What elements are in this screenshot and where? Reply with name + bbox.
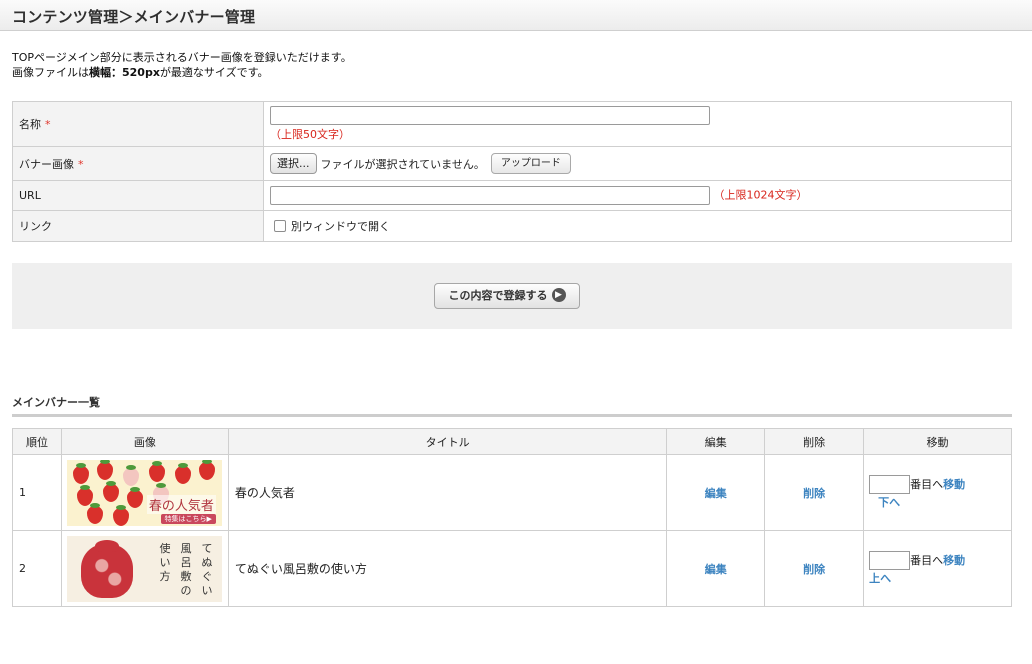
image-cell: 春の人気者 特集はこちら▶ bbox=[60, 454, 229, 531]
name-limit-note: （上限50文字） bbox=[270, 128, 350, 141]
edit-cell: 編集 bbox=[666, 454, 766, 531]
title-cell: てぬぐい風呂敷の使い方 bbox=[227, 530, 668, 607]
submit-area: この内容で登録する ▶ bbox=[12, 263, 1012, 329]
required-mark: * bbox=[78, 157, 84, 171]
strawberry-icon bbox=[148, 460, 165, 482]
form-row-banner: バナー画像 * 選択... ファイルが選択されていません。 アップロード bbox=[12, 146, 1012, 181]
name-label-cell: 名称 * bbox=[12, 101, 264, 147]
table-row: 2 て ぬ ぐ い 風 呂 敷 の 使 い 方 てぬぐい風呂敷の使い方 編集 削… bbox=[12, 530, 1012, 607]
column-header-image: 画像 bbox=[60, 428, 229, 455]
intro-line-2-post: が最適なサイズです。 bbox=[159, 66, 269, 79]
move-cell: 番目へ移動 下へ bbox=[863, 454, 1012, 531]
banner-thumbnail-strawberry: 春の人気者 特集はこちら▶ bbox=[66, 459, 222, 526]
move-link[interactable]: 移動 bbox=[943, 478, 965, 491]
strawberry-icon bbox=[72, 462, 89, 484]
edit-link[interactable]: 編集 bbox=[705, 563, 727, 576]
banner-caption: 春の人気者 bbox=[146, 494, 216, 514]
page-header: コンテンツ管理＞メインバナー管理 bbox=[0, 0, 1032, 31]
column-header-title: タイトル bbox=[227, 428, 668, 455]
rank-cell: 1 bbox=[12, 454, 62, 531]
file-select-button[interactable]: 選択... bbox=[270, 153, 317, 174]
url-label-cell: URL bbox=[12, 180, 264, 211]
url-input[interactable] bbox=[270, 186, 710, 205]
banner-label: バナー画像 bbox=[19, 157, 74, 171]
url-limit-note: （上限1024文字） bbox=[713, 188, 808, 202]
rank-cell: 2 bbox=[12, 530, 62, 607]
list-divider bbox=[12, 414, 1012, 417]
strawberry-icon bbox=[86, 502, 103, 524]
link-label-cell: リンク bbox=[12, 210, 264, 242]
column-header-delete: 削除 bbox=[764, 428, 865, 455]
strawberry-icon bbox=[174, 462, 191, 484]
move-suffix: 番目へ bbox=[910, 477, 944, 491]
new-window-label[interactable]: 別ウィンドウで開く bbox=[291, 220, 390, 233]
link-label: リンク bbox=[19, 220, 52, 233]
name-input[interactable] bbox=[270, 106, 710, 125]
new-window-checkbox[interactable] bbox=[274, 220, 286, 232]
strawberry-icon bbox=[198, 459, 215, 480]
required-mark: * bbox=[45, 118, 51, 131]
column-header-move: 移動 bbox=[863, 428, 1012, 455]
form-row-name: 名称 * （上限50文字） bbox=[12, 101, 1012, 147]
strawberry-icon bbox=[102, 480, 119, 502]
upload-button[interactable]: アップロード bbox=[490, 153, 571, 174]
strawberry-icon bbox=[122, 464, 139, 486]
title-cell: 春の人気者 bbox=[227, 454, 668, 531]
name-label: 名称 bbox=[19, 118, 41, 131]
banner-list-table: 順位 画像 タイトル 編集 削除 移動 1 春の人気者 特集はこちら▶ 春の人気… bbox=[12, 428, 1012, 607]
name-value-cell: （上限50文字） bbox=[263, 101, 1012, 147]
move-link[interactable]: 移動 bbox=[943, 554, 965, 567]
delete-cell: 削除 bbox=[764, 454, 865, 531]
table-header-row: 順位 画像 タイトル 編集 削除 移動 bbox=[12, 428, 1012, 455]
banner-vertical-text: 使 い 方 bbox=[159, 541, 171, 583]
strawberry-icon bbox=[112, 504, 129, 526]
banner-label-cell: バナー画像 * bbox=[12, 146, 264, 181]
edit-link[interactable]: 編集 bbox=[705, 487, 727, 500]
list-title: メインバナー一覧 bbox=[12, 396, 100, 409]
delete-cell: 削除 bbox=[764, 530, 865, 607]
edit-cell: 編集 bbox=[666, 530, 766, 607]
form-row-link: リンク 別ウィンドウで開く bbox=[12, 210, 1012, 242]
intro-line-1: TOPページメイン部分に表示されるバナー画像を登録いただけます。 bbox=[12, 51, 352, 64]
page-title: コンテンツ管理＞メインバナー管理 bbox=[12, 8, 256, 26]
banner-thumbnail-tenugui: て ぬ ぐ い 風 呂 敷 の 使 い 方 bbox=[66, 535, 222, 602]
banner-value-cell: 選択... ファイルが選択されていません。 アップロード bbox=[263, 146, 1012, 181]
table-row: 1 春の人気者 特集はこちら▶ 春の人気者 編集 削除 番目へ移動 下へ bbox=[12, 454, 1012, 531]
intro-size-emphasis: 横幅：520px bbox=[89, 66, 160, 79]
strawberry-icon bbox=[126, 486, 143, 508]
banner-form: 名称 * （上限50文字） バナー画像 * 選択... ファイルが選択されていません。… bbox=[12, 101, 1012, 242]
intro-line-2-pre: 画像ファイルは bbox=[12, 66, 89, 79]
link-value-cell: 別ウィンドウで開く bbox=[263, 210, 1012, 242]
move-cell: 番目へ移動 上へ bbox=[863, 530, 1012, 607]
strawberry-icon bbox=[96, 459, 113, 480]
move-suffix: 番目へ bbox=[910, 553, 944, 567]
file-status-text: ファイルが選択されていません。 bbox=[320, 157, 485, 171]
register-button-label: この内容で登録する bbox=[448, 289, 548, 302]
column-header-edit: 編集 bbox=[666, 428, 766, 455]
column-header-rank: 順位 bbox=[12, 428, 62, 455]
delete-link[interactable]: 削除 bbox=[803, 563, 825, 576]
arrow-right-circle-icon: ▶ bbox=[551, 288, 566, 302]
url-value-cell: （上限1024文字） bbox=[263, 180, 1012, 211]
register-button[interactable]: この内容で登録する ▶ bbox=[434, 283, 580, 309]
move-down-link[interactable]: 下へ bbox=[869, 494, 1011, 511]
intro-text: TOPページメイン部分に表示されるバナー画像を登録いただけます。 画像ファイルは… bbox=[12, 50, 352, 80]
furoshiki-bundle-icon bbox=[80, 539, 133, 598]
form-row-url: URL （上限1024文字） bbox=[12, 180, 1012, 211]
move-position-input[interactable] bbox=[869, 550, 911, 570]
banner-vertical-text: て ぬ ぐ い bbox=[201, 541, 213, 597]
banner-vertical-text: 風 呂 敷 の bbox=[180, 541, 192, 597]
move-up-link[interactable]: 上へ bbox=[869, 570, 1011, 587]
url-label: URL bbox=[19, 189, 41, 202]
image-cell: て ぬ ぐ い 風 呂 敷 の 使 い 方 bbox=[60, 530, 229, 607]
delete-link[interactable]: 削除 bbox=[803, 487, 825, 500]
banner-cta: 特集はこちら▶ bbox=[160, 513, 216, 524]
intro-line-2: 画像ファイルは横幅：520pxが最適なサイズです。 bbox=[12, 65, 352, 80]
move-position-input[interactable] bbox=[869, 474, 911, 494]
